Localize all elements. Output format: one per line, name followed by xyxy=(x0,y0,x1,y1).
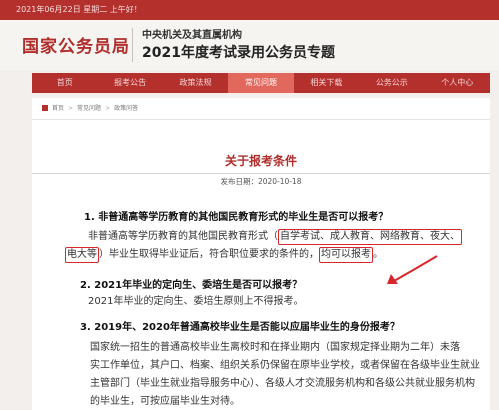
nav-item-home[interactable]: 首页 xyxy=(32,73,97,93)
answer-3-line-2: 实工作单位，其户口、档案、组织关系仍保留在原毕业学校，或者保留在各级毕业生就业 xyxy=(90,360,480,371)
date-text: 2021年06月22日 星期二 上午好！ xyxy=(16,5,142,14)
article-panel: 首页 > 常见问题 > 政策问答 关于报考条件 发布日期：2020-10-18 1. 非… xyxy=(32,98,490,410)
nav-item-public-notices[interactable]: 公务公示 xyxy=(359,73,424,93)
answer-2: 2021年毕业的定向生、委培生原则上不得报考。 xyxy=(88,296,304,307)
site-header: 国家公务员局 中央机关及其直属机构 2021年度考试录用公务员专题 xyxy=(0,20,499,70)
header-divider xyxy=(132,28,133,62)
main-nav: 首页 报考公告 政策法规 常见问题 相关下载 公务公示 个人中心 xyxy=(32,73,490,93)
site-logo[interactable]: 国家公务员局 xyxy=(22,32,130,57)
header-topic: 2021年度考试录用公务员专题 xyxy=(142,45,335,61)
question-2: 2. 2021年毕业的定向生、委培生是否可以报考？ xyxy=(80,280,303,291)
answer-3-line-3: 主管部门（毕业生就业指导服务中心）、各级人才交流服务机构和各级公共就业服务机构 xyxy=(90,378,475,389)
answer-3-line-4: 的毕业生，可按应届毕业生对待。 xyxy=(90,396,240,407)
question-3: 3. 2019年、2020年普通高校毕业生是否能以应届毕业生的身份报考？ xyxy=(80,322,400,333)
nav-item-personal-center[interactable]: 个人中心 xyxy=(425,73,490,93)
nav-item-policies[interactable]: 政策法规 xyxy=(163,73,228,93)
nav-item-downloads[interactable]: 相关下载 xyxy=(294,73,359,93)
nav-item-faq[interactable]: 常见问题 xyxy=(228,73,294,93)
nav-item-announcements[interactable]: 报考公告 xyxy=(97,73,162,93)
header-org: 中央机关及其直属机构 xyxy=(142,30,242,41)
answer-3-line-1: 国家统一招生的普通高校毕业生离校时和在择业期内（国家规定择业期为二年）未落 xyxy=(90,342,460,353)
top-date-bar: 2021年06月22日 星期二 上午好！ xyxy=(0,0,499,20)
